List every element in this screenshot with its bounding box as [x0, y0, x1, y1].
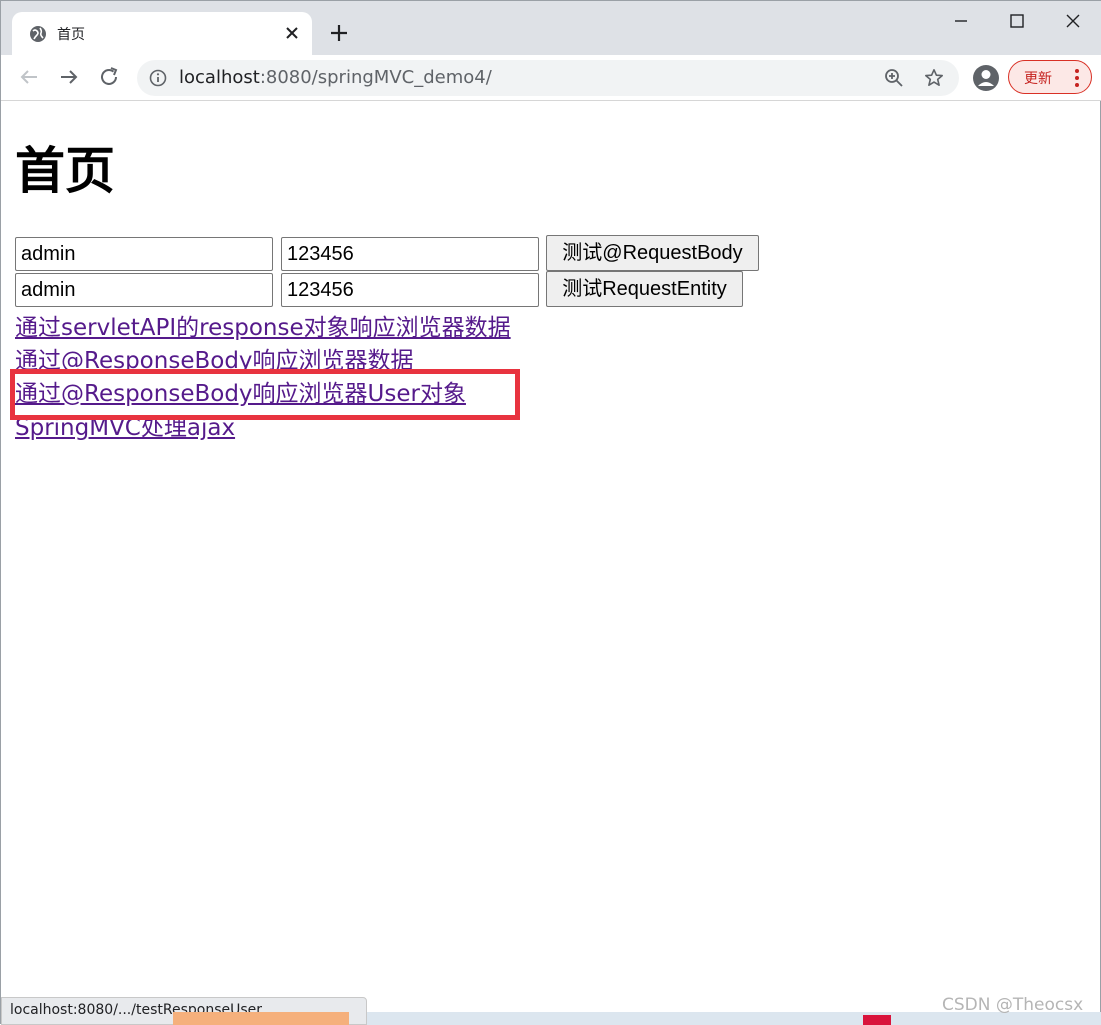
update-button[interactable]: 更新 [1008, 60, 1092, 94]
test-requestbody-button[interactable]: 测试@RequestBody [546, 235, 759, 271]
forward-arrow-icon[interactable] [57, 65, 81, 89]
password-field-2[interactable] [281, 273, 539, 307]
maximize-icon[interactable] [1005, 9, 1029, 33]
link-servlet-response[interactable]: 通过servletAPI的response对象响应浏览器数据 [15, 308, 511, 342]
password-field-1[interactable] [281, 237, 539, 271]
browser-window: 首页 localhost:8080/springMVC_demo4/ 更新 首页… [0, 0, 1101, 1025]
close-tab-icon[interactable] [284, 25, 300, 41]
username-field-2[interactable] [15, 273, 273, 307]
test-requestentity-button[interactable]: 测试RequestEntity [546, 271, 743, 307]
url-host: localhost [179, 67, 260, 88]
minimize-icon[interactable] [949, 9, 973, 33]
tab-strip: 首页 [1, 1, 1101, 55]
watermark: CSDN @Theocsx [942, 995, 1084, 1015]
taskbar-app-highlight [173, 1012, 349, 1025]
zoom-icon[interactable] [884, 68, 904, 88]
url-path: :8080/springMVC_demo4/ [259, 67, 492, 88]
new-tab-icon[interactable] [328, 22, 350, 44]
page-content: 首页 测试@RequestBody 测试RequestEntity 通过serv… [1, 102, 1101, 1002]
bookmark-star-icon[interactable] [924, 68, 944, 88]
profile-avatar-icon[interactable] [971, 63, 1001, 93]
browser-tab[interactable]: 首页 [12, 12, 312, 55]
globe-icon [30, 26, 46, 42]
toolbar: localhost:8080/springMVC_demo4/ 更新 [1, 55, 1101, 101]
username-field-1[interactable] [15, 237, 273, 271]
kebab-menu-icon [1075, 69, 1079, 87]
page-title: 首页 [15, 142, 115, 200]
close-window-icon[interactable] [1061, 9, 1085, 33]
update-label: 更新 [1024, 71, 1052, 87]
url-text[interactable]: localhost:8080/springMVC_demo4/ [179, 67, 492, 88]
reload-icon[interactable] [97, 65, 121, 89]
back-arrow-icon[interactable] [17, 65, 41, 89]
address-bar[interactable]: localhost:8080/springMVC_demo4/ [137, 60, 959, 96]
highlight-annotation-box [10, 369, 520, 420]
tab-title: 首页 [57, 27, 85, 43]
info-icon[interactable] [149, 69, 167, 87]
